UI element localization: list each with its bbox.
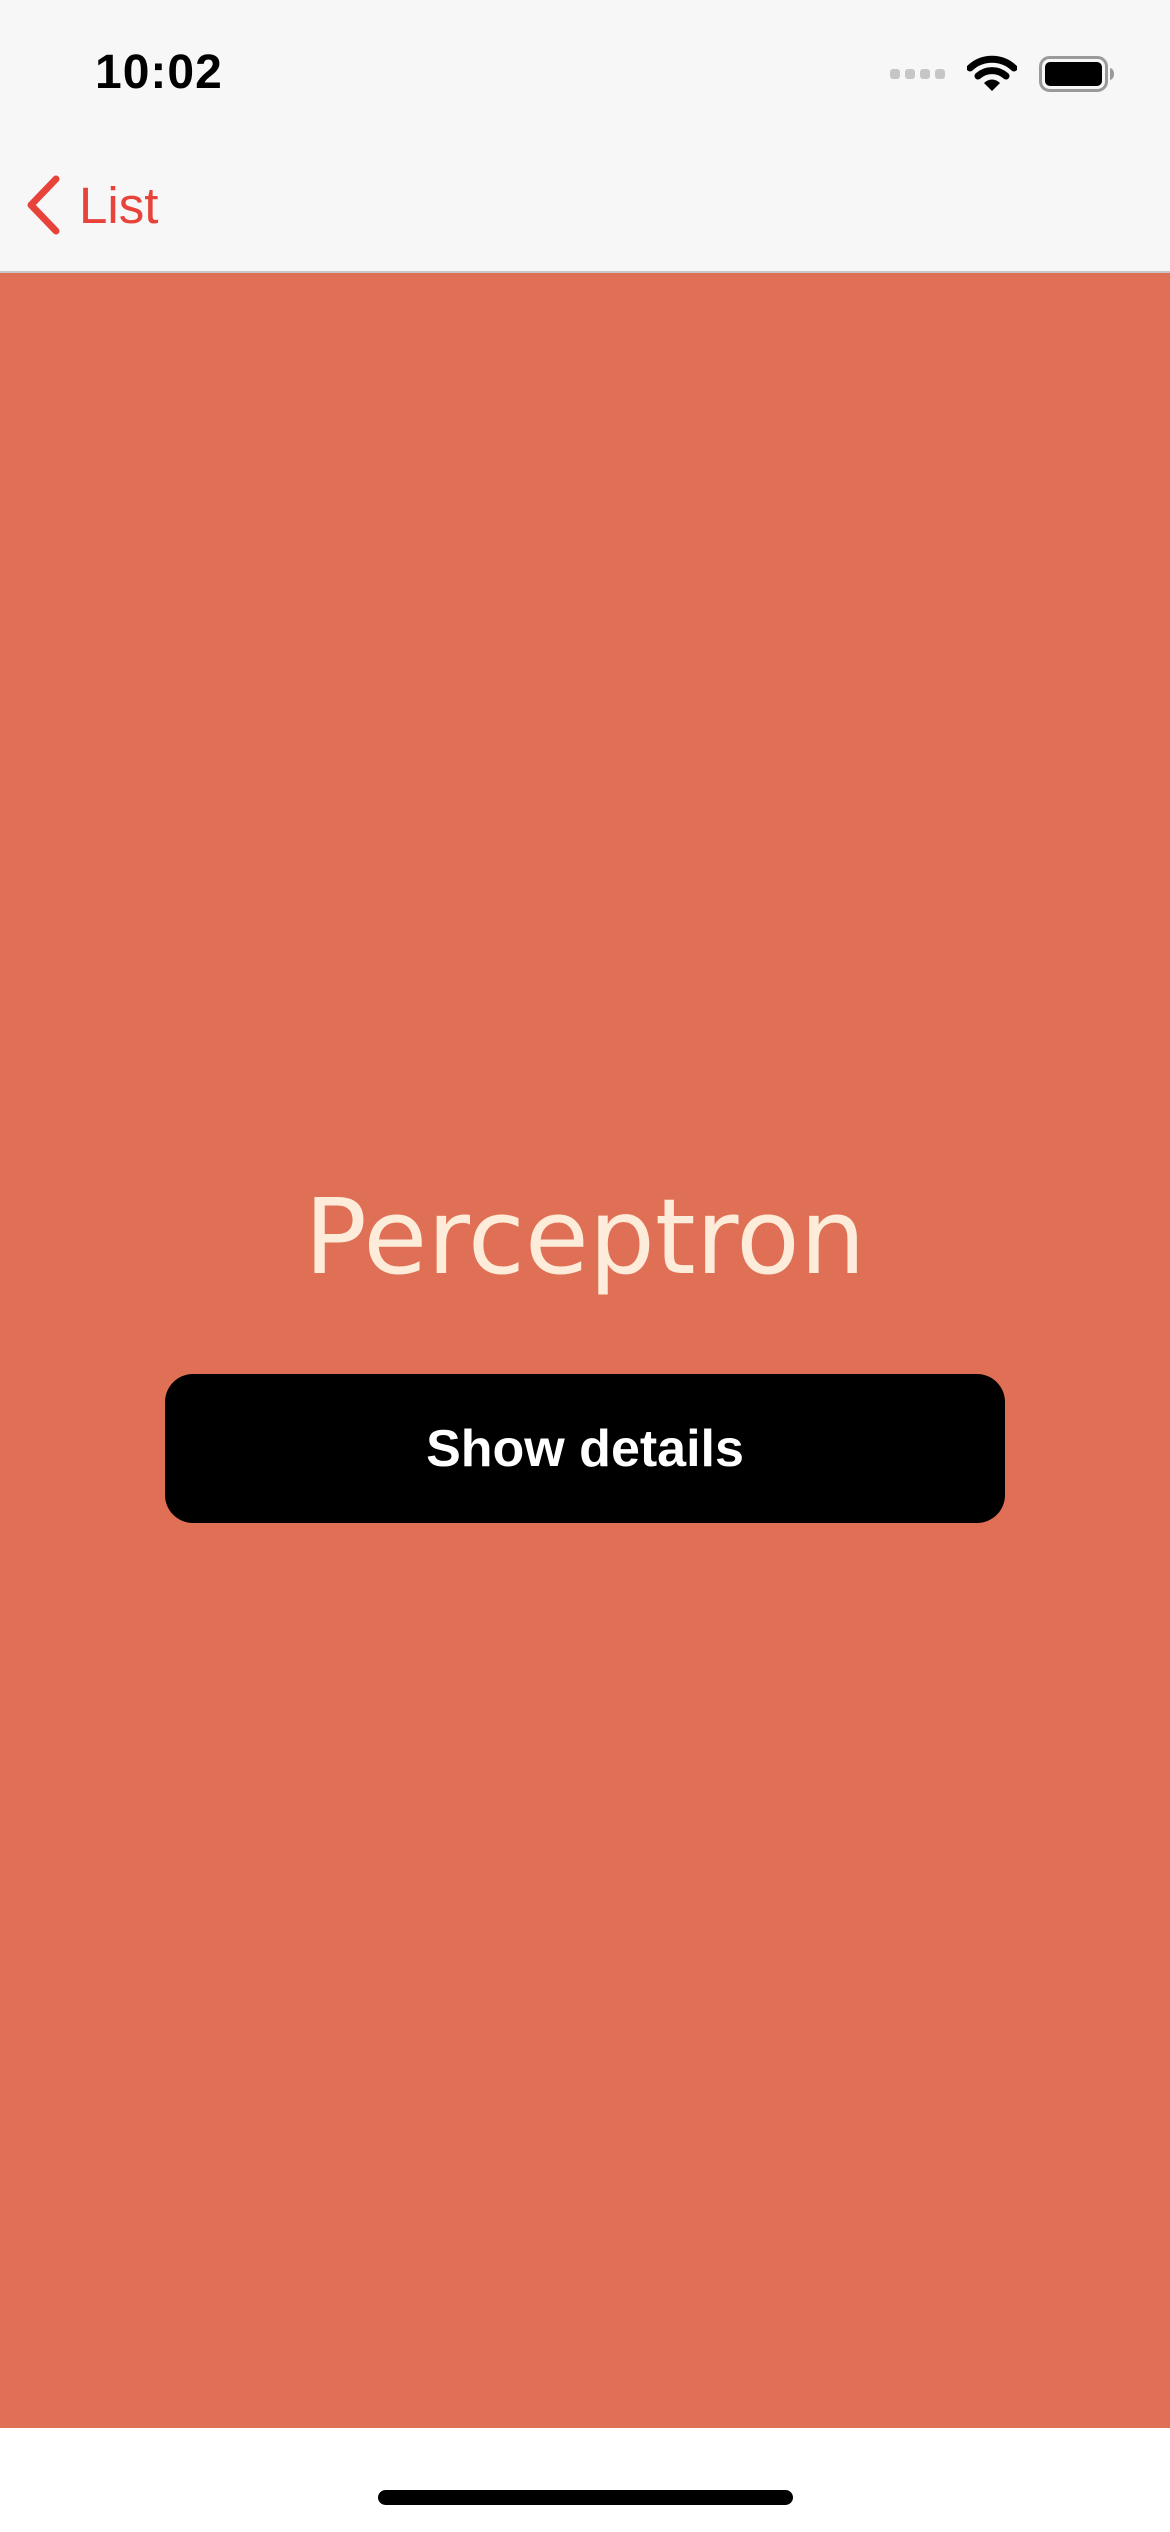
- show-details-label: Show details: [426, 1419, 744, 1478]
- detail-content: [0, 273, 1170, 2428]
- status-time: 10:02: [95, 46, 223, 99]
- cellular-signal-icon: [890, 69, 945, 79]
- wifi-icon: [967, 55, 1017, 91]
- back-button[interactable]: List: [25, 170, 158, 240]
- show-details-button[interactable]: Show details: [165, 1374, 1005, 1523]
- status-icons: [890, 52, 1115, 96]
- status-bar: 10:02: [0, 0, 1170, 140]
- battery-icon: [1039, 56, 1114, 92]
- back-button-label: List: [79, 176, 159, 234]
- home-indicator[interactable]: [378, 2490, 793, 2505]
- chevron-left-icon: [27, 175, 60, 235]
- page-title: Perceptron: [304, 1176, 866, 1298]
- navigation-bar: List: [0, 140, 1170, 273]
